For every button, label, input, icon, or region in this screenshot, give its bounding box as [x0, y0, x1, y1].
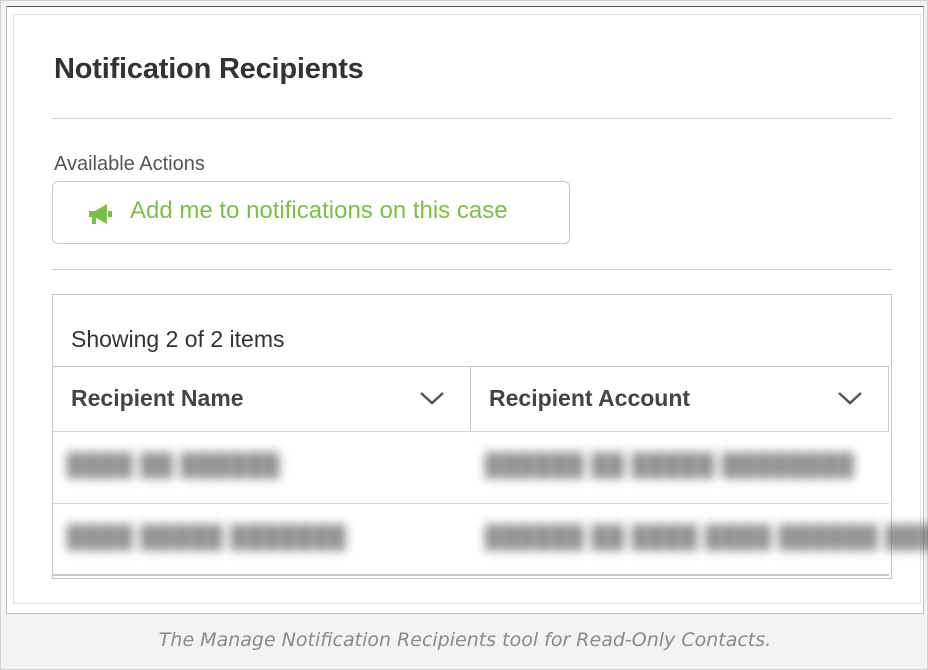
screenshot: Notification Recipients Available Action… — [6, 6, 928, 614]
column-label: Recipient Name — [71, 385, 244, 411]
figure-caption: The Manage Notification Recipients tool … — [158, 629, 772, 651]
available-actions-label: Available Actions — [54, 153, 205, 175]
table-row[interactable]: ████ █████ ███████ ██████ ██ ████ ████ █… — [53, 504, 928, 576]
panel-title: Notification Recipients — [54, 53, 364, 85]
table-row[interactable]: ████ ██ ██████ ██████ ██ █████ ████████ — [53, 432, 889, 504]
add-me-to-notifications-button[interactable]: Add me to notifications on this case — [52, 181, 570, 244]
add-me-button-label: Add me to notifications on this case — [130, 197, 508, 224]
notification-recipients-panel: Notification Recipients Available Action… — [13, 14, 928, 604]
item-count: Showing 2 of 2 items — [71, 326, 285, 352]
recipient-name: ████ ██ ██████ — [67, 452, 281, 477]
recipient-name-cell: ████ ██ ██████ — [53, 432, 471, 502]
recipient-name-cell: ████ █████ ███████ — [53, 504, 471, 574]
column-header-recipient-account[interactable]: Recipient Account — [471, 367, 889, 431]
recipient-account-cell: ██████ ██ ████ ████ ██████ ███ — [471, 504, 928, 574]
recipient-account: ██████ ██ █████ ████████ — [485, 452, 855, 477]
megaphone-icon — [89, 204, 112, 224]
screenshot-frame: Notification Recipients Available Action… — [0, 0, 928, 670]
recipients-grid: Showing 2 of 2 items Recipient Name Reci… — [52, 294, 928, 579]
chevron-down-icon[interactable] — [419, 389, 445, 407]
table-header: Recipient Name Recipient Account — [53, 366, 889, 432]
divider — [52, 269, 892, 270]
chevron-down-icon[interactable] — [837, 389, 863, 407]
recipient-account: ██████ ██ ████ ████ ██████ ███ — [485, 524, 928, 549]
recipient-account-cell: ██████ ██ █████ ████████ — [471, 432, 889, 502]
column-header-recipient-name[interactable]: Recipient Name — [53, 367, 471, 431]
recipient-name: ████ █████ ███████ — [67, 524, 347, 549]
divider — [52, 118, 892, 119]
column-label: Recipient Account — [489, 385, 691, 411]
